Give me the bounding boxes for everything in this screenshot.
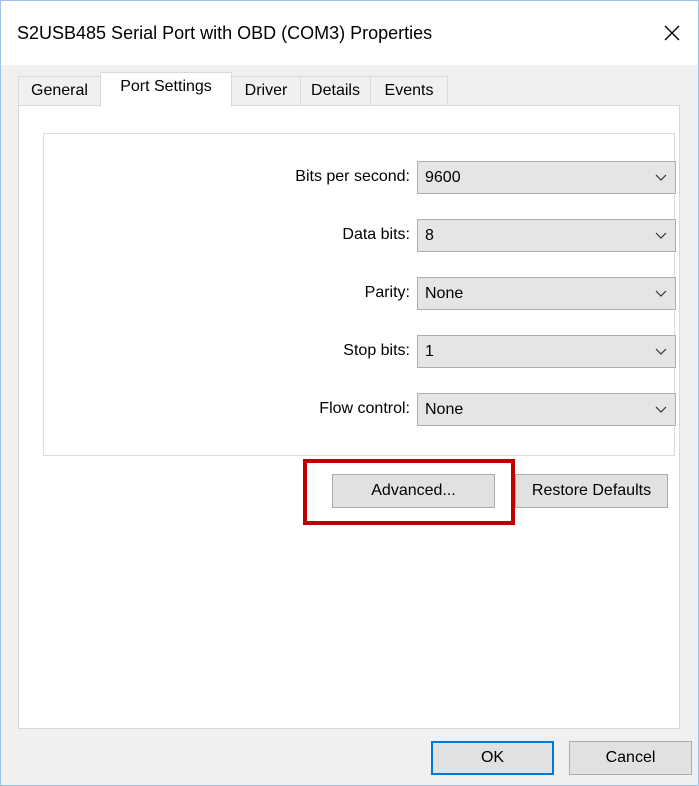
- bits-per-second-label: Bits per second:: [295, 168, 410, 185]
- settings-group: Bits per second: 9600 Data bits: 8 Parit…: [43, 133, 676, 456]
- parity-value: None: [425, 284, 464, 302]
- data-bits-label: Data bits:: [342, 226, 410, 243]
- parity-label: Parity:: [364, 284, 410, 301]
- advanced-button[interactable]: Advanced...: [332, 474, 495, 508]
- close-icon: [664, 25, 680, 41]
- window-title: S2USB485 Serial Port with OBD (COM3) Pro…: [17, 23, 433, 43]
- chevron-down-icon: [647, 174, 675, 182]
- parity-row: Parity: None: [44, 277, 676, 311]
- chevron-down-icon: [647, 232, 675, 240]
- stop-bits-select[interactable]: 1: [417, 335, 676, 368]
- close-button[interactable]: [646, 1, 698, 65]
- bits-per-second-row: Bits per second: 9600: [44, 161, 676, 195]
- stop-bits-label: Stop bits:: [343, 342, 410, 359]
- ok-button[interactable]: OK: [431, 741, 554, 775]
- stop-bits-value: 1: [425, 342, 434, 360]
- title-bar: S2USB485 Serial Port with OBD (COM3) Pro…: [1, 1, 698, 65]
- chevron-down-icon: [647, 406, 675, 414]
- data-bits-value: 8: [425, 226, 434, 244]
- flow-control-row: Flow control: None: [44, 393, 676, 427]
- flow-control-select[interactable]: None: [417, 393, 676, 426]
- cancel-button[interactable]: Cancel: [569, 741, 692, 775]
- flow-control-value: None: [425, 400, 464, 418]
- chevron-down-icon: [647, 290, 675, 298]
- tab-general[interactable]: General: [18, 76, 101, 105]
- tab-details[interactable]: Details: [300, 76, 371, 105]
- tab-driver[interactable]: Driver: [231, 76, 301, 105]
- data-bits-row: Data bits: 8: [44, 219, 676, 253]
- bits-per-second-value: 9600: [425, 168, 461, 186]
- bits-per-second-select[interactable]: 9600: [417, 161, 676, 194]
- tab-port-settings[interactable]: Port Settings: [100, 72, 232, 107]
- flow-control-label: Flow control:: [319, 400, 410, 417]
- restore-defaults-button[interactable]: Restore Defaults: [515, 474, 668, 508]
- tab-events[interactable]: Events: [370, 76, 448, 105]
- port-settings-panel: Bits per second: 9600 Data bits: 8 Parit…: [18, 105, 680, 729]
- parity-select[interactable]: None: [417, 277, 676, 310]
- stop-bits-row: Stop bits: 1: [44, 335, 676, 369]
- data-bits-select[interactable]: 8: [417, 219, 676, 252]
- chevron-down-icon: [647, 348, 675, 356]
